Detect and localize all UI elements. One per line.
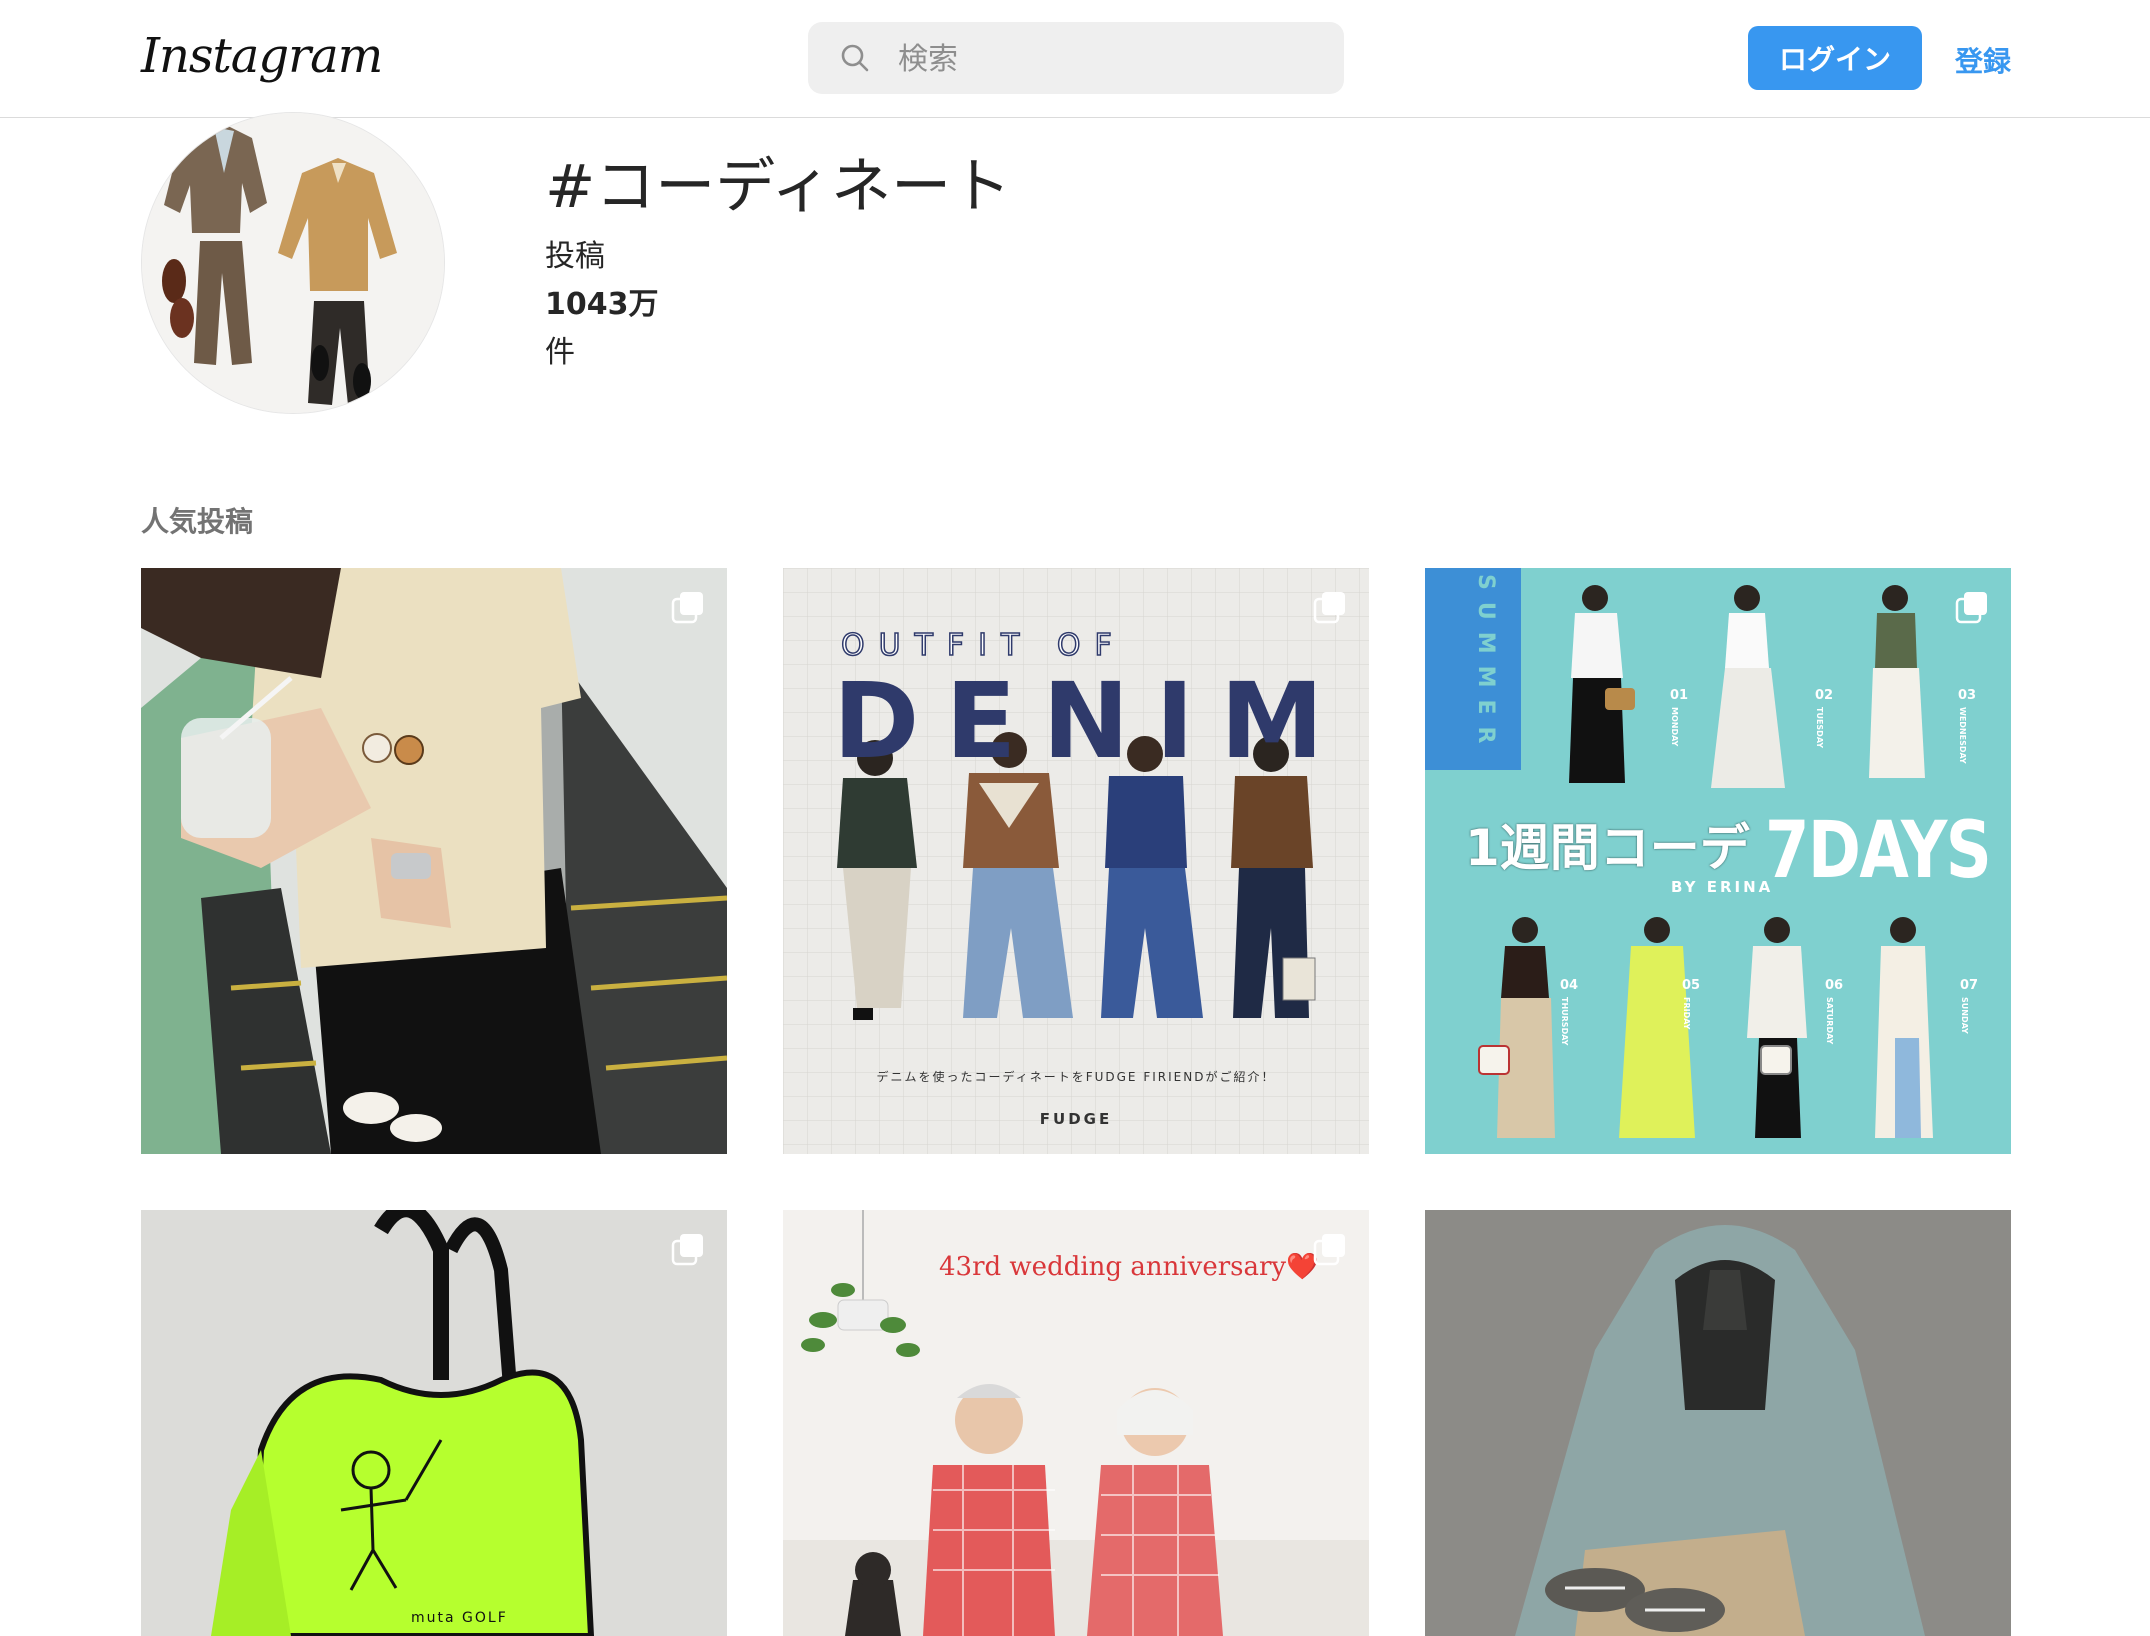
search-icon	[841, 44, 869, 72]
multiple-photos-icon	[671, 592, 703, 624]
day-label: 07 SUNDAY	[1960, 978, 1979, 1034]
multiple-photos-icon	[1313, 1234, 1345, 1266]
fudge-brand: FUDGE	[1039, 1110, 1113, 1128]
day-label: 03 WEDNESDAY	[1958, 688, 1977, 764]
post-image	[141, 568, 727, 1154]
post-image	[1425, 1210, 2011, 1636]
day-label: 05 FRIDAY	[1682, 978, 1701, 1030]
post-tile[interactable]: SUMMER 1週間コーデ 7DAYS BY ERINA 01 MONDAY 0…	[1425, 568, 2011, 1154]
hashtag-avatar	[141, 112, 445, 414]
week-coord-headline: 1週間コーデ	[1465, 819, 1750, 877]
login-button[interactable]: ログイン	[1748, 26, 1922, 90]
denim-caption: デニムを使ったコーディネートをFUDGE FIRIENDがご紹介！	[876, 1070, 1276, 1084]
bag-logo-text: muta GOLF	[411, 1610, 508, 1626]
anniversary-caption: 43rd wedding anniversary❤️	[939, 1252, 1319, 1282]
seven-days-title: 7DAYS	[1765, 806, 1992, 896]
outfit-of-heading: OUTFIT OF	[840, 627, 1126, 664]
top-posts-heading: 人気投稿	[141, 505, 254, 538]
byline: BY ERINA	[1671, 878, 1774, 896]
multiple-photos-icon	[1313, 592, 1345, 624]
posts-count: 1043万	[545, 287, 659, 322]
day-label: 01 MONDAY	[1670, 688, 1689, 747]
multiple-photos-icon	[1955, 592, 1987, 624]
post-tile[interactable]: muta GOLF	[141, 1210, 727, 1636]
post-tile[interactable]: OUTFIT OF DENIM デニムを使ったコーディネートをFUDGE FIR…	[783, 568, 1369, 1154]
day-label: 06 SATURDAY	[1825, 978, 1844, 1045]
day-label: 04 THURSDAY	[1560, 978, 1579, 1046]
post-tile[interactable]: 43rd wedding anniversary❤️	[783, 1210, 1369, 1636]
posts-label: 投稿	[545, 239, 605, 274]
posts-unit: 件	[545, 335, 575, 370]
post-tile[interactable]	[1425, 1210, 2011, 1636]
post-image	[141, 1210, 727, 1636]
signup-link[interactable]: 登録	[1955, 40, 2011, 80]
denim-heading: DENIM	[833, 660, 1350, 782]
top-navigation-bar: Instagram ログイン 登録	[0, 0, 2150, 118]
hashtag-title: #コーディネート	[545, 152, 1012, 222]
multiple-photos-icon	[671, 1234, 703, 1266]
search-input[interactable]	[896, 22, 1320, 96]
search-box[interactable]	[808, 22, 1344, 96]
instagram-logo[interactable]: Instagram	[141, 28, 383, 84]
day-label: 02 TUESDAY	[1815, 688, 1834, 749]
post-tile[interactable]	[141, 568, 727, 1154]
